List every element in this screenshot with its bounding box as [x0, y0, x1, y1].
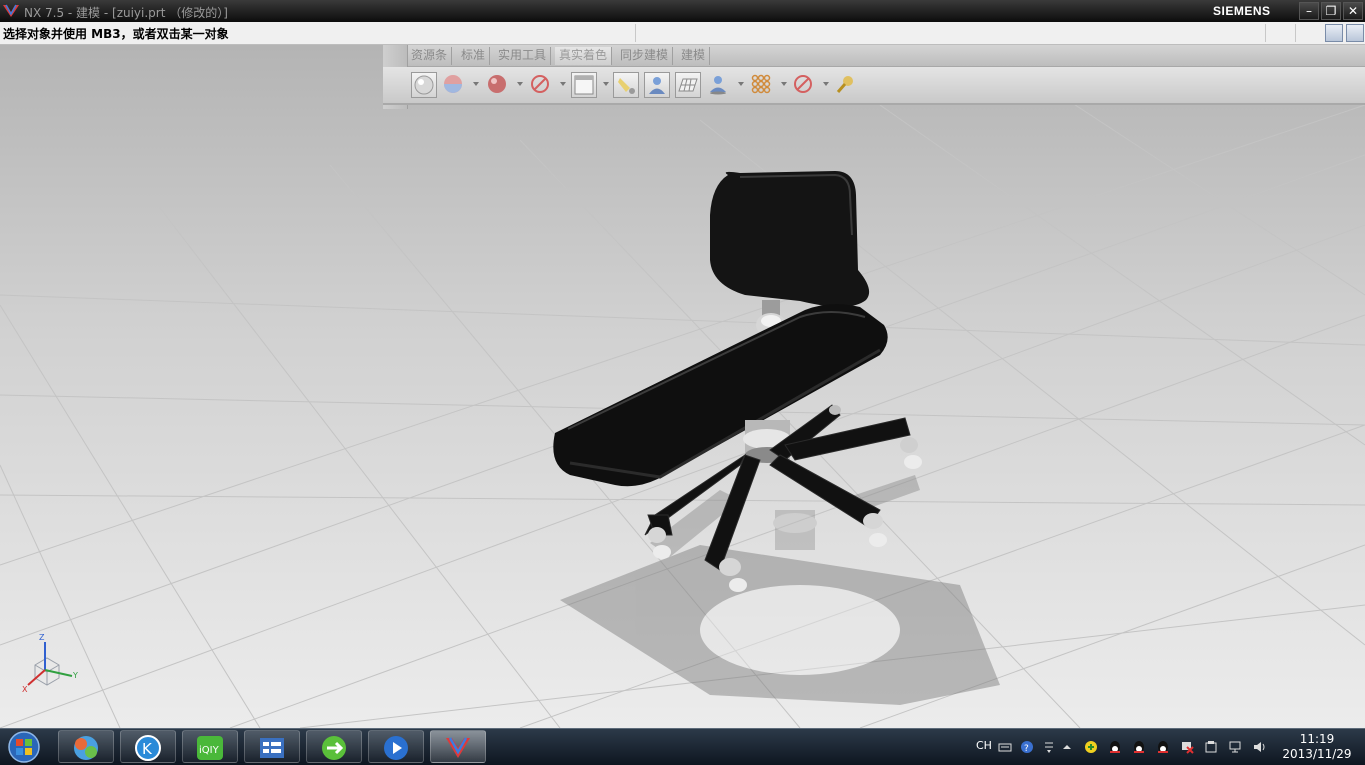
- grid-floor-icon[interactable]: [675, 72, 701, 98]
- qq-icon[interactable]: [1108, 740, 1122, 754]
- language-indicator[interactable]: CH: [976, 739, 992, 752]
- close-button[interactable]: ✕: [1343, 2, 1363, 20]
- y-axis-label: Y: [72, 671, 78, 680]
- dropdown-arrow[interactable]: [517, 82, 523, 86]
- tab-sync-modeling[interactable]: 同步建模: [616, 47, 674, 65]
- sphere-material-icon[interactable]: [411, 72, 437, 98]
- fullscreen-button[interactable]: [1346, 24, 1364, 42]
- qq-icon[interactable]: [1132, 740, 1146, 754]
- no-entry-icon[interactable]: [791, 72, 817, 98]
- scene-canvas[interactable]: [0, 45, 1365, 728]
- svg-text:iQIY: iQIY: [199, 745, 220, 756]
- z-axis-label: Z: [39, 633, 45, 642]
- options-icon[interactable]: [1042, 740, 1056, 754]
- cue-separator: [635, 24, 636, 42]
- clock-time: 11:19: [1299, 732, 1335, 746]
- nx-app-icon[interactable]: [430, 730, 486, 763]
- background-icon[interactable]: [441, 72, 467, 98]
- kugou-icon[interactable]: K: [120, 730, 176, 763]
- no-entry-icon[interactable]: [528, 72, 554, 98]
- view-layout-button[interactable]: [1325, 24, 1343, 42]
- orientation-triad[interactable]: Z Y X: [20, 630, 90, 700]
- cue-separator: [1265, 24, 1266, 42]
- svg-text:K: K: [142, 740, 153, 758]
- minimize-button[interactable]: –: [1299, 2, 1319, 20]
- file-manager-icon[interactable]: [244, 730, 300, 763]
- qq-icon[interactable]: [1156, 740, 1170, 754]
- taskbar: K iQIY CH ? 11:19 2013/11/29: [0, 728, 1365, 765]
- graphics-viewport[interactable]: [0, 45, 1365, 728]
- flag-icon[interactable]: [1180, 740, 1194, 754]
- speaker-icon[interactable]: [1252, 740, 1266, 754]
- chair-seat: [553, 304, 888, 487]
- svg-text:?: ?: [1024, 744, 1029, 754]
- nx-logo-icon: [3, 4, 19, 17]
- cue-line: 选择对象并使用 MB3，或者双击某一对象: [0, 22, 1365, 45]
- tab-standard[interactable]: 标准: [457, 47, 491, 65]
- dropdown-arrow[interactable]: [603, 82, 609, 86]
- light-bulb-icon[interactable]: [613, 72, 639, 98]
- chair-reflection: [560, 475, 1000, 705]
- dropdown-arrow[interactable]: [473, 82, 479, 86]
- tab-utilities[interactable]: 实用工具: [494, 47, 552, 65]
- person-lighting-icon[interactable]: [644, 72, 670, 98]
- help-icon[interactable]: ?: [1020, 740, 1034, 754]
- device-icon[interactable]: [1204, 740, 1218, 754]
- sync-app-icon[interactable]: [306, 730, 362, 763]
- keyboard-icon[interactable]: [998, 740, 1012, 754]
- add-app-icon[interactable]: [1084, 740, 1098, 754]
- red-sphere-icon[interactable]: [485, 72, 511, 98]
- clock[interactable]: 11:19 2013/11/29: [1278, 732, 1356, 762]
- chevron-up-icon[interactable]: [1060, 740, 1074, 754]
- network-icon[interactable]: [1228, 740, 1242, 754]
- dropdown-arrow[interactable]: [781, 82, 787, 86]
- iqiyi-icon[interactable]: iQIY: [182, 730, 238, 763]
- cue-text: 选择对象并使用 MB3，或者双击某一对象: [3, 27, 229, 41]
- ribbon-toolbar: 资源条 标准 实用工具 真实着色 同步建模 建模: [383, 45, 1365, 109]
- clock-date: 2013/11/29: [1282, 747, 1352, 761]
- dots-pattern-icon[interactable]: [749, 72, 775, 98]
- dropdown-arrow[interactable]: [738, 82, 744, 86]
- media-player-icon[interactable]: [368, 730, 424, 763]
- title-bar: NX 7.5 - 建模 - [zuiyi.prt （修改的）] SIEMENS …: [0, 0, 1365, 22]
- cue-separator: [1295, 24, 1296, 42]
- x-axis-label: X: [22, 685, 28, 694]
- wrench-settings-icon[interactable]: [834, 72, 860, 98]
- dropdown-arrow[interactable]: [823, 82, 829, 86]
- chair-backrest: [710, 171, 870, 307]
- start-orb[interactable]: [6, 730, 42, 764]
- tab-resource-bar[interactable]: 资源条: [407, 47, 453, 65]
- colorful-app-icon[interactable]: [58, 730, 114, 763]
- brand-label: SIEMENS: [1213, 4, 1271, 18]
- window-title: NX 7.5 - 建模 - [zuiyi.prt （修改的）]: [24, 6, 228, 20]
- ribbon-tab-strip: 资源条 标准 实用工具 真实着色 同步建模 建模: [383, 45, 1365, 67]
- blank-panel-icon[interactable]: [571, 72, 597, 98]
- person-shadow-icon[interactable]: [706, 72, 732, 98]
- restore-button[interactable]: ❐: [1321, 2, 1341, 20]
- dropdown-arrow[interactable]: [560, 82, 566, 86]
- tab-true-shading[interactable]: 真实着色: [555, 47, 613, 65]
- tab-modeling[interactable]: 建模: [677, 47, 711, 65]
